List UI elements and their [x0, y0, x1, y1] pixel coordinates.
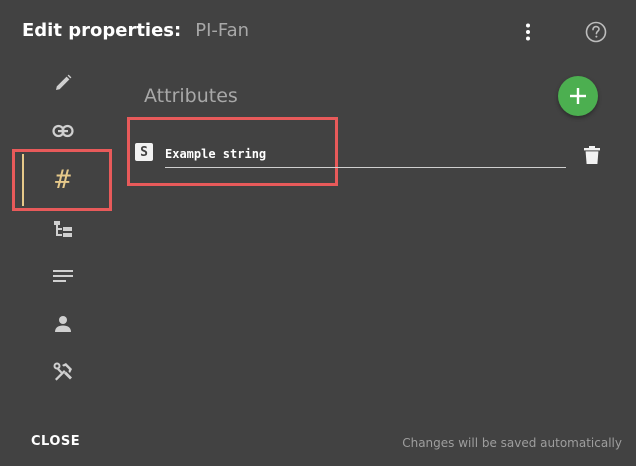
tools-icon [53, 362, 72, 381]
trash-icon [584, 146, 600, 164]
edit-properties-dialog: Edit properties: PI-Fan # Attributes S E… [0, 0, 636, 466]
attribute-value-input[interactable] [165, 140, 566, 168]
link-icon [52, 124, 74, 138]
sidebar-item-tools[interactable] [22, 352, 104, 392]
sidebar-item-owner[interactable] [22, 304, 104, 344]
sidebar-item-description[interactable] [22, 256, 104, 296]
string-type-badge: S [135, 143, 153, 161]
help-circle-icon[interactable] [584, 20, 608, 44]
autosave-note: Changes will be saved automatically [402, 436, 622, 450]
delete-attribute-button[interactable] [580, 143, 604, 167]
person-icon [55, 316, 71, 332]
object-name: PI-Fan [195, 20, 250, 41]
hierarchy-icon [54, 221, 72, 237]
dialog-header: Edit properties: PI-Fan [22, 20, 249, 46]
sidebar-item-hierarchy[interactable] [22, 209, 104, 249]
sidebar-item-attributes[interactable]: # [22, 154, 104, 206]
plus-icon [570, 88, 586, 104]
pencil-icon [56, 74, 72, 90]
more-vert-icon[interactable] [516, 20, 540, 44]
sidebar-item-links[interactable] [22, 111, 104, 151]
section-title: Attributes [144, 85, 238, 107]
close-button[interactable]: CLOSE [31, 434, 80, 449]
hash-icon: # [55, 165, 71, 195]
sidebar-item-edit[interactable] [22, 63, 104, 103]
dialog-title: Edit properties: [22, 20, 182, 41]
add-attribute-button[interactable] [558, 76, 598, 116]
notes-icon [53, 270, 73, 282]
